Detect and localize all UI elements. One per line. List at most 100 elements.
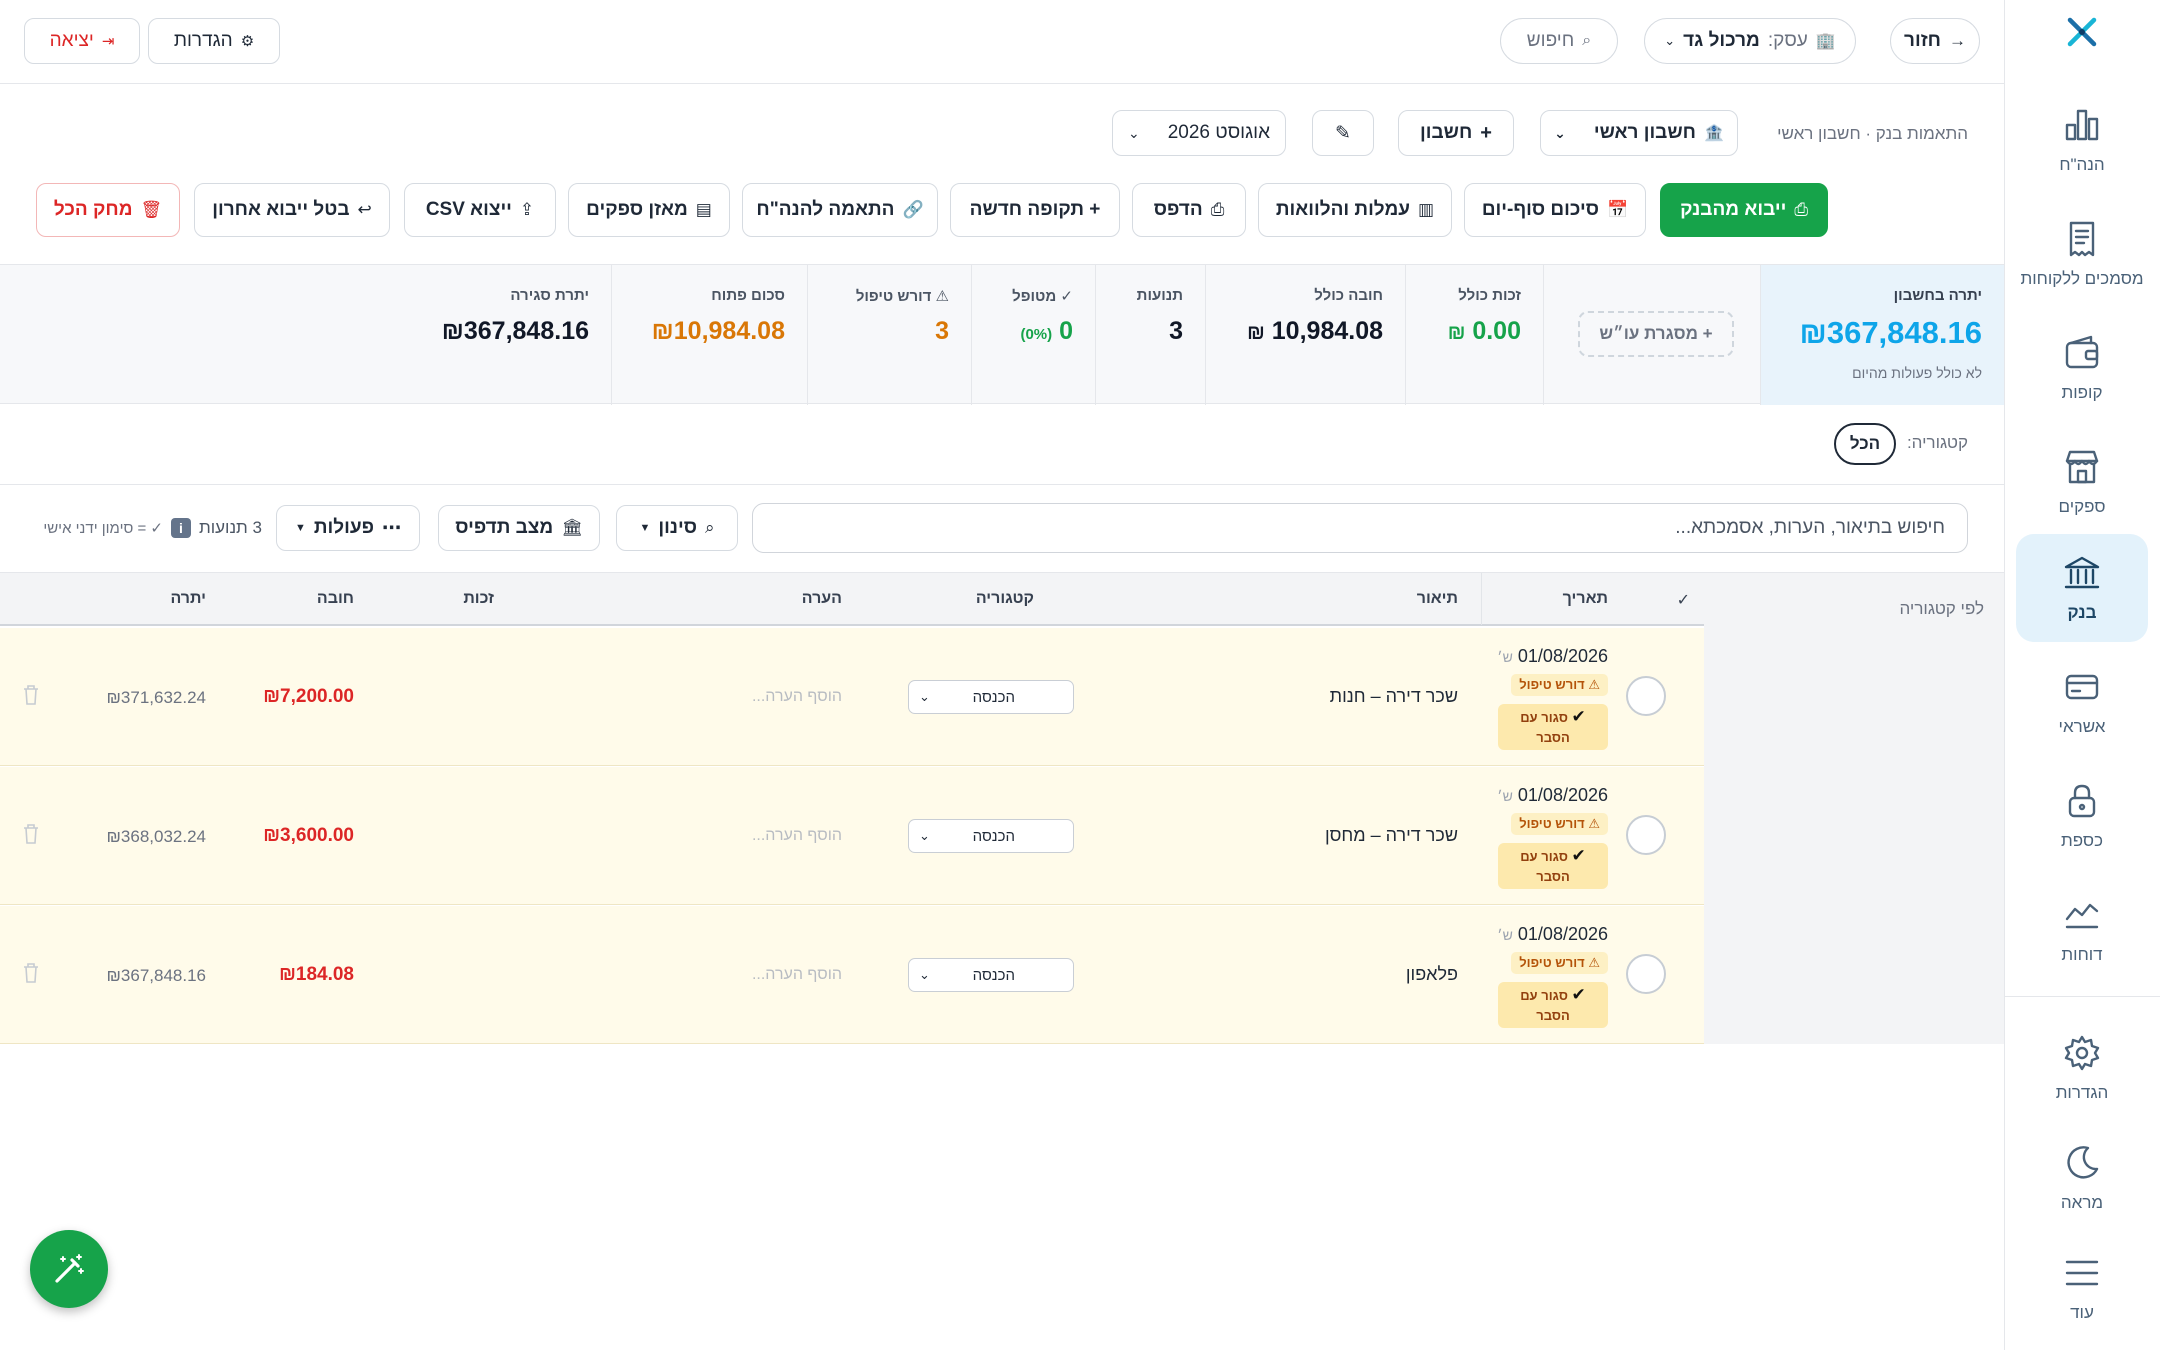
bar-chart-icon: ▥ [1418,200,1435,219]
add-account-button[interactable]: + חשבון [1398,110,1514,156]
app-logo-icon[interactable] [2060,10,2104,54]
search-icon: ⌕ [705,518,715,537]
sidebar-item-settings[interactable]: הגדרות [2016,1014,2148,1122]
supplier-balance-button[interactable]: ▤ מאזן ספקים [568,183,730,237]
sidebar-item-bank[interactable]: בנק [2016,534,2148,642]
category-select[interactable]: הכנסה ⌄ [908,680,1074,714]
building-icon: 🏢 [1815,33,1836,50]
add-frame-button[interactable]: + מסגרת עו״ש [1578,311,1734,357]
plus-icon: + [1480,121,1492,144]
category-chip-all[interactable]: הכל [1834,423,1896,465]
sidebar-item-more[interactable]: עוד [2016,1234,2148,1342]
row-balance: ₪371,632.24 [106,688,206,707]
closed-with-explanation-badge[interactable]: ✔ סגור עם הסבר [1498,982,1608,1028]
sidebar-item-client-docs[interactable]: מסמכים ללקוחות [2016,200,2148,308]
end-of-day-button[interactable]: 📅 סיכום סוף-יום [1464,183,1646,237]
category-summary-pane: לפי קטגוריה [1704,572,2004,1044]
magic-wand-button[interactable] [30,1230,108,1308]
sidebar-item-label: ספקים [2058,497,2106,516]
export-csv-button[interactable]: ⇪ ייצוא CSV [404,183,556,237]
chevron-down-icon: ⌄ [1554,124,1566,141]
row-balance: ₪368,032.24 [106,827,206,846]
account-select[interactable]: 🏦 חשבון ראשי ⌄ [1540,110,1738,156]
print-button[interactable]: ⎙ הדפס [1132,183,1246,237]
sidebar-item-reports[interactable]: דוחות [2016,876,2148,984]
bank-icon: 🏦 [1703,125,1724,142]
fees-loans-button[interactable]: ▥ עמלות והלוואות [1258,183,1452,237]
sidebar-item-label: מסמכים ללקוחות [2020,269,2144,288]
business-selector[interactable]: 🏢 עסק: מרכול גד ⌄ [1644,18,1856,64]
store-icon [2065,450,2099,484]
closed-with-explanation-badge[interactable]: ✔ סגור עם הסבר [1498,704,1608,750]
needs-handling-badge: ⚠ דורש טיפול [1511,813,1608,835]
sidebar-item-cash-registers[interactable]: קופות [2016,314,2148,422]
match-accounting-button[interactable]: 🔗 התאמה להנה"ח [742,183,938,237]
info-icon: i [170,518,191,538]
chevron-down-icon: ⌄ [919,967,930,982]
caret-down-icon: ▼ [639,522,651,534]
stat-transactions: תנועות 3 [1095,265,1205,405]
trash-icon[interactable] [22,823,40,845]
logout-button[interactable]: ⇥ יציאה [24,18,140,64]
check-icon: ✔ [1571,985,1586,1004]
tx-count: 3 תנועות i ✓ = סימון ידני אישי [43,518,262,538]
sidebar-item-suppliers[interactable]: ספקים [2016,428,2148,536]
note-input[interactable]: הוסף הערה... [752,966,842,984]
undo-import-button[interactable]: ↩ בטל ייבוא אחרון [194,183,390,237]
row-debit: ₪3,600.00 [263,825,354,846]
table-row[interactable]: 01/08/2026 ש׳ ⚠ דורש טיפול ✔ סגור עם הסבר… [0,628,1704,766]
stat-closing-balance: יתרת סגירה ₪367,848.16 [441,287,589,345]
sidebar: הנה"ח מסמכים ללקוחות קופות ספקים בנק אשר… [2004,0,2160,1350]
row-balance: ₪367,848.16 [106,966,206,985]
table-search-input[interactable]: חיפוש בתיאור, הערות, אסמכתא... [752,503,1968,553]
row-description: שכר דירה – מחסן [1324,825,1458,845]
row-description: שכר דירה – חנות [1329,686,1458,706]
col-date: תאריך [1562,590,1608,607]
upload-icon: ⇪ [519,200,535,219]
col-note: הערה [801,590,842,607]
table-row[interactable]: 01/08/2026 ש׳ ⚠ דורש טיפול ✔ סגור עם הסבר… [0,767,1704,905]
sidebar-item-appearance[interactable]: מראה [2016,1124,2148,1232]
trash-icon[interactable] [22,962,40,984]
needs-handling-badge: ⚠ דורש טיפול [1511,952,1608,974]
print-state-button[interactable]: 🏛 מצב תדפיס [438,505,600,551]
col-check: ✓ [1676,592,1690,609]
sidebar-divider [2004,996,2160,997]
chevron-down-icon: ⌄ [919,828,930,843]
sidebar-item-label: עוד [2070,1303,2094,1322]
table-row[interactable]: 01/08/2026 ש׳ ⚠ דורש טיפול ✔ סגור עם הסבר… [0,906,1704,1044]
actions-menu-button[interactable]: ⋯ פעולות ▼ [276,505,420,551]
period-select[interactable]: אוגוסט 2026 ⌄ [1112,110,1286,156]
search-input[interactable]: ⌕ חיפוש [1500,18,1618,64]
document-icon: ▤ [695,200,712,219]
trash-icon[interactable] [22,684,40,706]
row-checkbox[interactable] [1626,815,1666,855]
row-checkbox[interactable] [1626,954,1666,994]
inbox-icon: ⎙ [1794,200,1808,219]
edit-account-button[interactable]: ✎ [1312,110,1374,156]
new-period-button[interactable]: + תקופה חדשה [950,183,1120,237]
note-input[interactable]: הוסף הערה... [752,827,842,845]
sidebar-item-credit[interactable]: אשראי [2016,648,2148,756]
row-checkbox[interactable] [1626,676,1666,716]
category-select[interactable]: הכנסה ⌄ [908,958,1074,992]
table-header: ✓ תאריך תיאור קטגוריה הערה זכות חובה יתר… [0,572,1704,626]
sidebar-item-label: מראה [2060,1193,2104,1212]
moon-icon [2067,1146,2099,1179]
filter-button[interactable]: ⌕ סינון ▼ [616,505,738,551]
calendar-icon: 📅 [1606,200,1629,219]
line-chart-icon [2065,903,2099,929]
closed-with-explanation-badge[interactable]: ✔ סגור עם הסבר [1498,843,1608,889]
delete-all-button[interactable]: 🗑 מחק הכל [36,183,180,237]
gear-icon [2064,1035,2100,1071]
caret-down-icon: ▼ [295,522,306,534]
category-select[interactable]: הכנסה ⌄ [908,819,1074,853]
sidebar-item-accounting[interactable]: הנה"ח [2016,86,2148,194]
col-balance: יתרה [170,590,206,607]
import-bank-button[interactable]: ⎙ ייבוא מהבנק [1660,183,1828,237]
back-button[interactable]: → חזור [1890,18,1980,64]
stat-balance: יתרה בחשבון ₪367,848.16 לא כולל פעולות מ… [1760,265,2004,405]
sidebar-item-vault[interactable]: כספת [2016,762,2148,870]
note-input[interactable]: הוסף הערה... [752,688,842,706]
settings-button[interactable]: ⚙ הגדרות [148,18,280,64]
